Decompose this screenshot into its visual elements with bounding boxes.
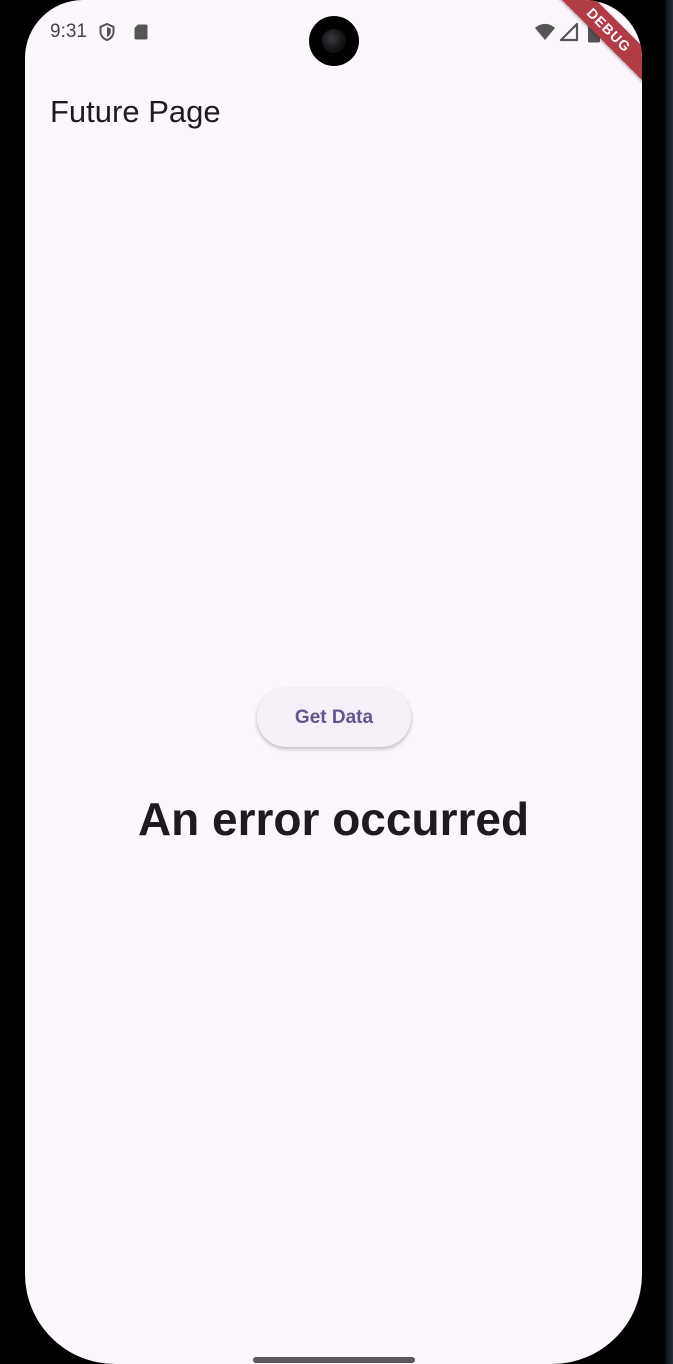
get-data-button[interactable]: Get Data xyxy=(257,688,411,747)
device-edge xyxy=(665,0,673,1364)
phone-device: 9:31 DEBUG Future Page Get Data An error… xyxy=(0,0,673,1364)
error-message: An error occurred xyxy=(137,793,530,845)
sd-card-icon xyxy=(131,22,151,42)
wifi-icon xyxy=(534,22,555,42)
page-title: Future Page xyxy=(50,94,221,129)
home-indicator[interactable] xyxy=(253,1357,415,1363)
debug-banner: DEBUG xyxy=(547,0,642,92)
signal-icon xyxy=(559,22,579,42)
status-time: 9:31 xyxy=(50,21,87,42)
shield-icon xyxy=(97,22,117,42)
app-screen: 9:31 DEBUG Future Page Get Data An error… xyxy=(25,0,642,1364)
camera-lens xyxy=(322,29,346,53)
front-camera xyxy=(309,16,359,66)
status-bar: 9:31 DEBUG xyxy=(25,0,642,92)
